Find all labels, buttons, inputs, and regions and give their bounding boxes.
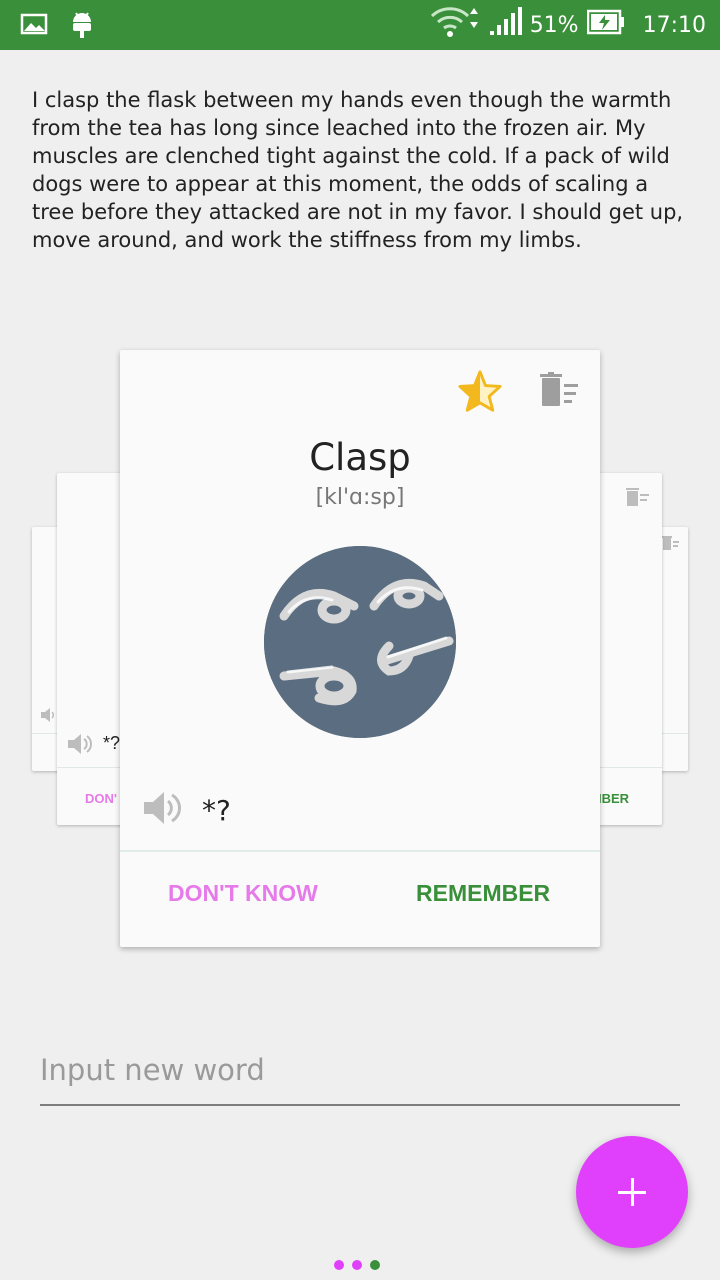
dont-know-button[interactable]: DON'T KNOW (158, 872, 328, 915)
page-dot (370, 1260, 380, 1270)
battery-percent: 51% (529, 12, 579, 38)
status-bar: 51% 17:10 (0, 0, 720, 50)
audio-text: *? (202, 794, 231, 827)
audio-text: *? (103, 733, 121, 753)
dont-know-button-fragment[interactable]: DON' (85, 791, 117, 806)
word-card: Clasp [kl'ɑ:sp] *? DON'T KNOW REMEMBER (120, 350, 600, 947)
trash-icon[interactable] (538, 372, 580, 413)
signal-icon (488, 7, 522, 43)
page-dot (334, 1260, 344, 1270)
remember-button-fragment[interactable]: IBER (598, 791, 629, 806)
remember-button[interactable]: REMEMBER (406, 872, 560, 915)
star-half-icon[interactable] (458, 370, 502, 417)
background-card-right[interactable]: IBER (598, 473, 662, 825)
gallery-icon (20, 12, 48, 41)
speaker-icon (40, 707, 58, 728)
clock: 17:10 (642, 12, 706, 38)
page-indicator (334, 1260, 380, 1270)
reading-passage: I clasp the flask between my hands even … (32, 88, 684, 252)
word-title: Clasp (309, 436, 411, 479)
phonetic: [kl'ɑ:sp] (315, 485, 405, 510)
wifi-icon (430, 4, 480, 46)
audio-row: *? (142, 790, 231, 831)
android-icon (70, 8, 94, 45)
card-divider (120, 850, 600, 852)
speaker-icon (67, 733, 93, 760)
new-word-field (40, 1040, 680, 1106)
battery-charging-icon (586, 9, 625, 41)
trash-icon (662, 535, 680, 556)
page-dot (352, 1260, 362, 1270)
word-image (264, 546, 456, 738)
trash-icon (626, 487, 650, 512)
speaker-icon[interactable] (142, 790, 182, 831)
new-word-input[interactable] (40, 1040, 680, 1100)
add-word-button[interactable] (576, 1136, 688, 1248)
